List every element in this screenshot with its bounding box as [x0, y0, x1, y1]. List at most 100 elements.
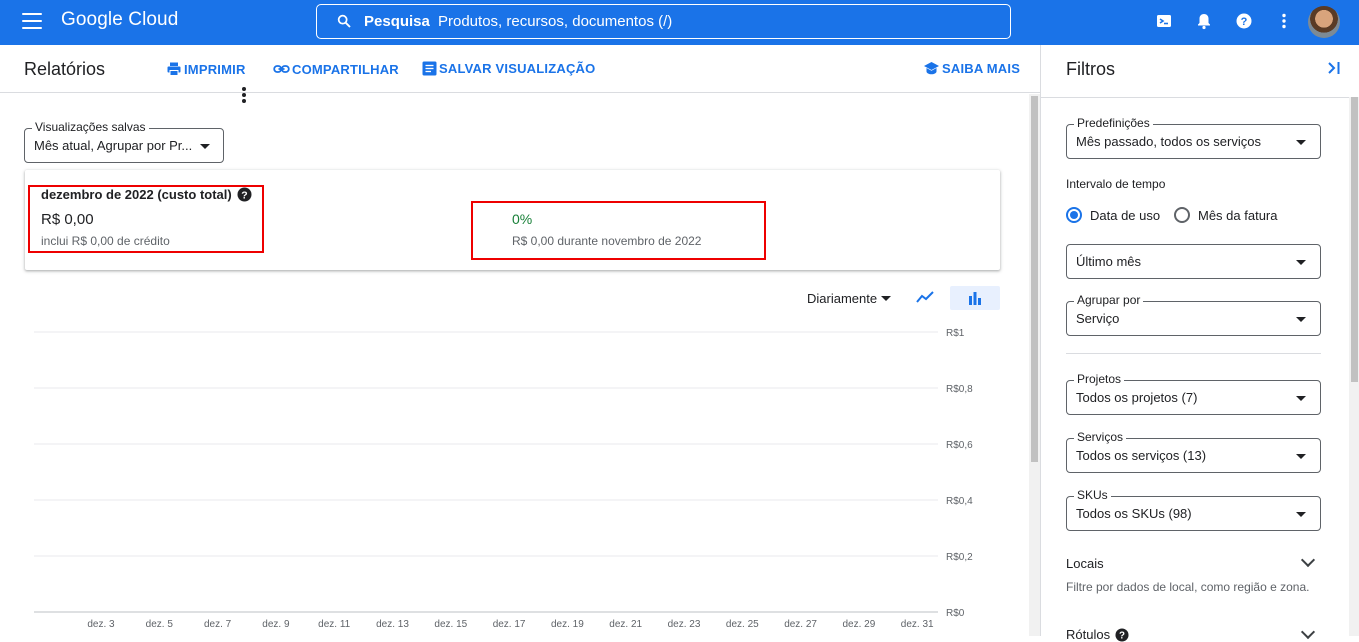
reports-toolbar: Relatórios IMPRIMIR COMPARTILHAR SALVAR … — [0, 45, 1040, 93]
x-tick-label: dez. 9 — [262, 619, 290, 630]
dropdown-arrow-icon — [1296, 454, 1306, 459]
school-icon — [924, 62, 939, 75]
skus-legend: SKUs — [1074, 488, 1111, 502]
account-avatar[interactable] — [1308, 6, 1340, 38]
radio-invoice-month-label[interactable]: Mês da fatura — [1198, 208, 1278, 223]
svg-text:?: ? — [1241, 16, 1248, 28]
link-icon — [273, 65, 290, 73]
dropdown-arrow-icon — [1296, 260, 1306, 265]
projects-value: Todos os projetos (7) — [1076, 390, 1198, 405]
cloud-shell-icon[interactable] — [1154, 11, 1174, 31]
y-tick-label: R$0,2 — [946, 552, 973, 563]
time-range-label: Intervalo de tempo — [1066, 177, 1166, 191]
notifications-bell-icon[interactable] — [1194, 11, 1214, 31]
more-vert-icon[interactable] — [1274, 11, 1294, 31]
group-by-legend: Agrupar por — [1074, 293, 1144, 307]
x-tick-label: dez. 31 — [901, 619, 934, 630]
x-tick-label: dez. 11 — [318, 619, 350, 630]
x-tick-label: dez. 29 — [842, 619, 875, 630]
dropdown-arrow-icon — [1296, 140, 1306, 145]
group-by-select[interactable]: Agrupar por Serviço — [1066, 293, 1321, 336]
highlight-box-total — [28, 185, 264, 253]
search-bar[interactable]: Pesquisa Produtos, recursos, documentos … — [316, 4, 1011, 39]
google-cloud-logo[interactable]: Google Cloud — [61, 9, 178, 31]
print-icon — [167, 62, 181, 76]
filters-scrollbar-thumb[interactable] — [1351, 97, 1358, 382]
locations-description: Filtre por dados de local, como região e… — [1066, 580, 1310, 594]
bar-chart-toggle[interactable] — [950, 286, 1000, 310]
cost-chart: R$1 R$0,8 R$0,6 R$0,4 R$0,2 R$0 dez. 3 dez. 5 de… — [34, 328, 973, 630]
services-select[interactable]: Serviços Todos os serviços (13) — [1066, 430, 1321, 473]
filters-panel: Filtros Predefinições Mês passado, todos… — [1040, 45, 1359, 642]
x-tick-label: dez. 13 — [376, 619, 409, 630]
learn-more-label: SAIBA MAIS — [942, 61, 1021, 76]
filters-title: Filtros — [1066, 59, 1115, 79]
filters-divider — [1066, 353, 1321, 354]
help-circle-icon[interactable]: ? — [1115, 627, 1129, 642]
granularity-dropdown-icon — [881, 296, 891, 301]
dropdown-arrow-icon — [1296, 512, 1306, 517]
top-app-bar: Google Cloud Pesquisa Produtos, recursos… — [0, 0, 1359, 45]
saved-views-legend: Visualizações salvas — [32, 120, 149, 134]
radio-usage-date-label[interactable]: Data de uso — [1090, 208, 1160, 223]
x-tick-label: dez. 23 — [668, 619, 701, 630]
filters-scrollbar[interactable] — [1349, 97, 1359, 636]
print-label: IMPRIMIR — [184, 61, 246, 77]
skus-select[interactable]: SKUs Todos os SKUs (98) — [1066, 488, 1321, 531]
granularity-select[interactable]: Diariamente — [807, 291, 877, 306]
projects-select[interactable]: Projetos Todos os projetos (7) — [1066, 372, 1321, 415]
y-tick-label: R$0,4 — [946, 496, 973, 507]
x-tick-label: dez. 27 — [784, 619, 817, 630]
radio-invoice-month[interactable] — [1174, 207, 1190, 223]
y-tick-label: R$0,8 — [946, 384, 973, 395]
skus-value: Todos os SKUs (98) — [1076, 506, 1192, 521]
presets-legend: Predefinições — [1074, 116, 1153, 130]
y-tick-label: R$1 — [946, 328, 965, 339]
page-title: Relatórios — [24, 59, 106, 79]
x-tick-label: dez. 7 — [204, 619, 232, 630]
dropdown-arrow-icon — [200, 144, 210, 149]
period-select[interactable]: Último mês — [1066, 244, 1321, 279]
saved-views-value: Mês atual, Agrupar por Pr... — [34, 138, 193, 153]
save-view-button[interactable]: SALVAR VISUALIZAÇÃO — [422, 61, 595, 76]
y-tick-label: R$0 — [946, 608, 965, 619]
help-icon[interactable]: ? — [1234, 11, 1254, 31]
services-value: Todos os serviços (13) — [1076, 448, 1207, 463]
expand-locations-icon[interactable] — [1300, 552, 1316, 568]
saved-views-more-icon[interactable] — [242, 87, 246, 103]
bar-chart-icon — [969, 292, 981, 305]
x-tick-label: dez. 3 — [87, 619, 115, 630]
x-tick-label: dez. 17 — [493, 619, 526, 630]
share-label: COMPARTILHAR — [292, 61, 399, 77]
main-scrollbar[interactable] — [1029, 94, 1040, 636]
collapse-panel-icon[interactable] — [1326, 60, 1342, 76]
services-legend: Serviços — [1074, 430, 1127, 444]
granularity-value: Diariamente — [807, 291, 878, 306]
save-view-label: SALVAR VISUALIZAÇÃO — [439, 61, 596, 76]
line-chart-toggle-icon[interactable] — [916, 289, 934, 305]
labels-row[interactable]: Rótulos ? — [1066, 627, 1129, 642]
save-view-icon — [422, 61, 437, 76]
y-tick-label: R$0,6 — [946, 440, 973, 451]
expand-labels-icon[interactable] — [1300, 624, 1316, 640]
x-tick-label: dez. 19 — [551, 619, 584, 630]
search-input[interactable]: Produtos, recursos, documentos (/) — [438, 13, 672, 30]
x-tick-label: dez. 15 — [434, 619, 467, 630]
menu-icon[interactable] — [22, 13, 42, 29]
dropdown-arrow-icon — [1296, 396, 1306, 401]
highlight-box-change — [471, 201, 766, 260]
search-icon — [337, 14, 351, 28]
x-tick-label: dez. 21 — [609, 619, 642, 630]
locations-label[interactable]: Locais — [1066, 556, 1104, 571]
radio-usage-date[interactable] — [1066, 207, 1082, 223]
x-tick-label: dez. 5 — [146, 619, 174, 630]
saved-views-select[interactable]: Visualizações salvas Mês atual, Agrupar … — [24, 120, 224, 163]
x-tick-label: dez. 25 — [726, 619, 759, 630]
projects-legend: Projetos — [1074, 372, 1125, 386]
presets-select[interactable]: Predefinições Mês passado, todos os serv… — [1066, 116, 1321, 159]
share-button[interactable]: COMPARTILHAR — [273, 61, 399, 77]
print-button[interactable]: IMPRIMIR — [166, 61, 246, 77]
learn-more-button[interactable]: SAIBA MAIS — [923, 61, 1020, 76]
period-value: Último mês — [1076, 254, 1142, 269]
main-scrollbar-thumb[interactable] — [1031, 96, 1038, 462]
